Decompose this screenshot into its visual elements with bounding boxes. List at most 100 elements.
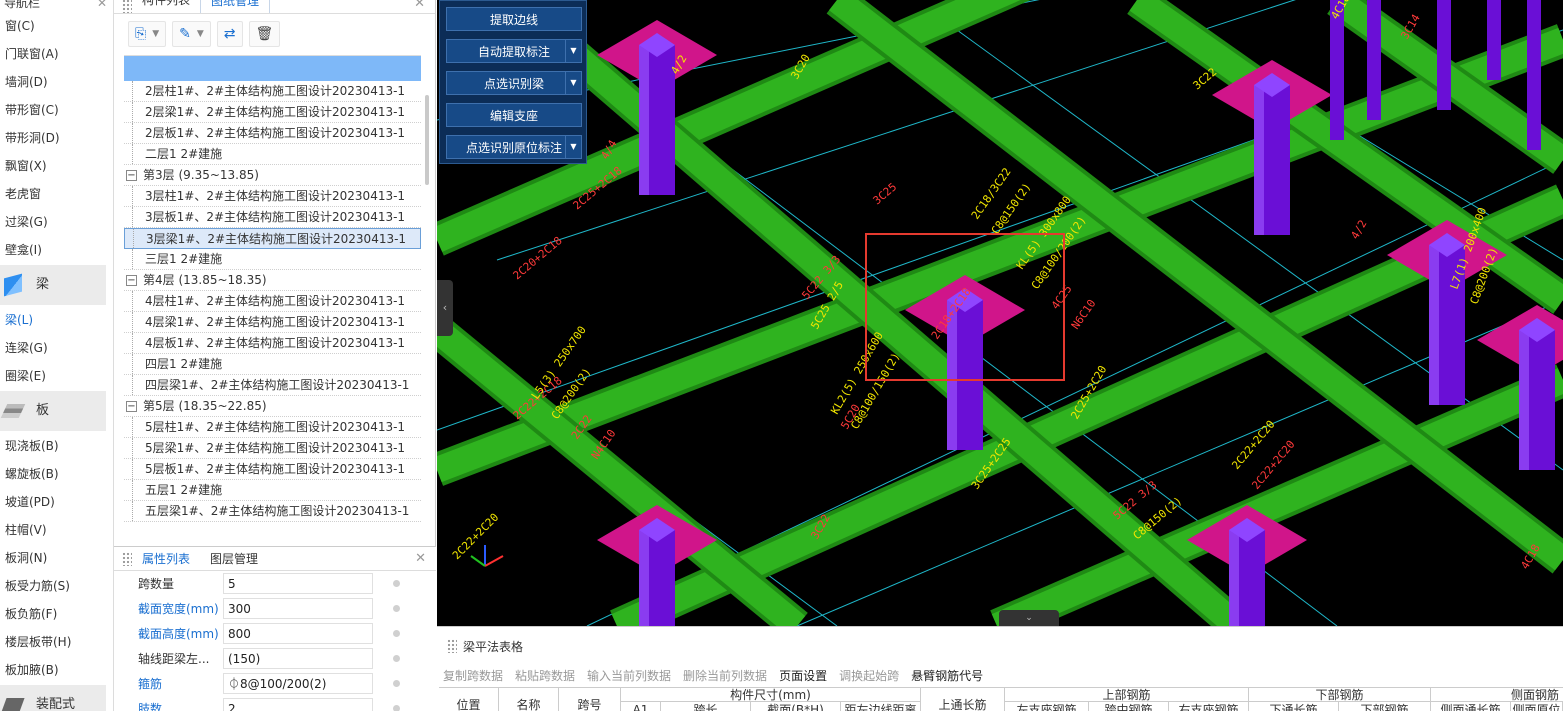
model-annotation[interactable]: 2C20+2C18 <box>511 234 565 282</box>
table-toolbar-button[interactable]: 输入当前列数据 <box>587 667 671 684</box>
column-face[interactable] <box>1519 330 1529 470</box>
tree-drawing-item[interactable]: 2层柱1#、2#主体结构施工图设计20230413-1 <box>124 81 421 102</box>
tree-drawing-item[interactable]: 5层板1#、2#主体结构施工图设计20230413-1 <box>124 459 421 480</box>
sub-header-cell[interactable]: 跨长 <box>661 702 751 711</box>
edit-drawing-button[interactable]: ✎ ▼ <box>172 21 211 47</box>
col-bottom-bars[interactable]: 下部钢筋 <box>1249 688 1431 702</box>
column-face[interactable] <box>1429 245 1439 405</box>
recognition-button[interactable]: 点选识别梁 ▼ <box>446 71 582 95</box>
close-icon[interactable]: ✕ <box>97 0 107 9</box>
tree-drawing-item[interactable]: 四层1 2#建施 <box>124 354 421 375</box>
property-value-field[interactable]: 800 <box>223 623 373 644</box>
table-toolbar-button[interactable]: 复制跨数据 <box>443 667 503 684</box>
collapse-left-icon[interactable]: ‹ <box>437 280 453 336</box>
nav-item[interactable]: 板洞(N) <box>0 544 113 572</box>
viewport-3d[interactable]: 3C20 2C25+2C18 4/4 4/2 3C25 5C22 3/3 5C25 2/5 2… <box>437 0 1563 626</box>
nav-item[interactable]: 老虎窗 <box>0 180 113 208</box>
model-annotation[interactable]: 2C22+2C20 <box>450 511 501 562</box>
col-dims[interactable]: 构件尺寸(mm) <box>621 688 921 702</box>
tab-layer-management[interactable]: 图层管理 <box>200 547 268 570</box>
tree-drawing-item[interactable]: 四层梁1#、2#主体结构施工图设计20230413-1 <box>124 375 421 396</box>
property-value-field[interactable]: 5 <box>223 573 373 594</box>
nav-item[interactable]: 坡道(PD) <box>0 488 113 516</box>
property-toggle-icon[interactable] <box>393 680 400 687</box>
nav-item[interactable]: 螺旋板(B) <box>0 460 113 488</box>
tree-drawing-item[interactable]: 5层柱1#、2#主体结构施工图设计20230413-1 <box>124 417 421 438</box>
nav-item[interactable]: 窗(C) <box>0 12 113 40</box>
collapse-icon[interactable]: − <box>126 169 137 181</box>
model-annotation[interactable]: 4/2 <box>1348 218 1369 242</box>
sub-header-cell[interactable]: 左支座钢筋 <box>1005 702 1089 711</box>
tab-properties[interactable]: 属性列表 <box>132 547 201 570</box>
tree-floor-node[interactable]: − 第3层 (9.35~13.85) <box>124 165 421 186</box>
property-value-field[interactable]: 300 <box>223 598 373 619</box>
column-face[interactable] <box>1254 85 1264 235</box>
property-toggle-icon[interactable] <box>393 630 400 637</box>
chevron-down-icon[interactable]: ▼ <box>565 72 581 94</box>
nav-item[interactable]: 梁(L) <box>0 306 113 334</box>
table-toolbar-button[interactable]: 删除当前列数据 <box>683 667 767 684</box>
recognition-button[interactable]: 自动提取标注 ▼ <box>446 39 582 63</box>
nav-group-slab[interactable]: 板 <box>0 391 106 431</box>
tab-drawing-management[interactable]: 图纸管理 <box>200 0 271 13</box>
nav-item[interactable]: 壁龛(I) <box>0 236 113 264</box>
col-name[interactable]: 名称 <box>499 688 559 711</box>
tree-floor-node[interactable]: − 第4层 (13.85~18.35) <box>124 270 421 291</box>
recognition-button[interactable]: 编辑支座 <box>446 103 582 127</box>
tree-drawing-item[interactable]: 二层1 2#建施 <box>124 144 421 165</box>
nav-item[interactable]: 楼层板带(H) <box>0 628 113 656</box>
col-top-bars[interactable]: 上部钢筋 <box>1005 688 1249 702</box>
tree-drawing-item[interactable]: 5层梁1#、2#主体结构施工图设计20230413-1 <box>124 438 421 459</box>
column[interactable] <box>1367 0 1381 120</box>
nav-item[interactable]: 板受力筋(S) <box>0 572 113 600</box>
collapse-bottom-icon[interactable]: ⌄ <box>999 610 1059 626</box>
scrollbar[interactable] <box>425 95 429 185</box>
add-drawing-button[interactable]: ⎘ ▼ <box>128 21 167 47</box>
property-value-field[interactable]: ⏀8@100/200(2) <box>223 673 373 694</box>
nav-item[interactable]: 柱帽(V) <box>0 516 113 544</box>
recognition-button[interactable]: 提取边线 <box>446 7 582 31</box>
sub-header-cell[interactable]: 下通长筋 <box>1249 702 1339 711</box>
nav-item[interactable]: 飘窗(X) <box>0 152 113 180</box>
table-toolbar-button[interactable]: 悬臂钢筋代号 <box>911 667 983 684</box>
tab-component-list[interactable]: 构件列表 <box>132 0 200 13</box>
nav-item[interactable]: 圈梁(E) <box>0 362 113 390</box>
column[interactable] <box>1437 0 1451 110</box>
delete-button[interactable]: 🗑 <box>248 21 281 47</box>
sub-header-cell[interactable]: A1 <box>621 702 661 711</box>
tree-drawing-item[interactable]: 4层梁1#、2#主体结构施工图设计20230413-1 <box>124 312 421 333</box>
table-toolbar-button[interactable]: 调换起始跨 <box>839 667 899 684</box>
nav-item[interactable]: 连梁(G) <box>0 334 113 362</box>
nav-item[interactable]: 带形窗(C) <box>0 96 113 124</box>
tree-drawing-item[interactable]: 3层板1#、2#主体结构施工图设计20230413-1 <box>124 207 421 228</box>
nav-item[interactable]: 门联窗(A) <box>0 40 113 68</box>
sub-header-cell[interactable]: 侧面原位 <box>1511 702 1563 711</box>
tree-selected-bar[interactable] <box>124 56 421 81</box>
model-annotation[interactable]: 3C25 <box>871 180 900 207</box>
col-side-bars[interactable]: 侧面钢筋 <box>1431 688 1563 702</box>
nav-item[interactable]: 现浇板(B) <box>0 432 113 460</box>
column[interactable] <box>1487 0 1501 80</box>
collapse-icon[interactable]: − <box>126 274 137 286</box>
nav-item[interactable]: 板加腋(B) <box>0 656 113 684</box>
column-face[interactable] <box>639 530 649 626</box>
tree-drawing-item[interactable]: 4层柱1#、2#主体结构施工图设计20230413-1 <box>124 291 421 312</box>
collapse-icon[interactable]: − <box>126 400 137 412</box>
model-annotation[interactable]: N6C10 <box>1069 297 1099 332</box>
tree-drawing-item[interactable]: 2层梁1#、2#主体结构施工图设计20230413-1 <box>124 102 421 123</box>
nav-group-beam[interactable]: 梁 <box>0 265 106 305</box>
nav-item[interactable]: 过梁(G) <box>0 208 113 236</box>
property-toggle-icon[interactable] <box>393 580 400 587</box>
nav-item[interactable]: 带形洞(D) <box>0 124 113 152</box>
tree-drawing-item[interactable]: 3层柱1#、2#主体结构施工图设计20230413-1 <box>124 186 421 207</box>
column-face[interactable] <box>639 45 649 195</box>
axis-gizmo-x[interactable] <box>484 555 504 567</box>
sub-header-cell[interactable]: 跨中钢筋 <box>1089 702 1169 711</box>
column-face[interactable] <box>1229 530 1239 626</box>
property-value-field[interactable]: 2 <box>223 698 373 711</box>
drag-handle-icon[interactable] <box>122 551 132 566</box>
property-toggle-icon[interactable] <box>393 605 400 612</box>
sub-header-cell[interactable]: 右支座钢筋 <box>1169 702 1249 711</box>
property-value-field[interactable]: (150) <box>223 648 373 669</box>
property-toggle-icon[interactable] <box>393 705 400 711</box>
